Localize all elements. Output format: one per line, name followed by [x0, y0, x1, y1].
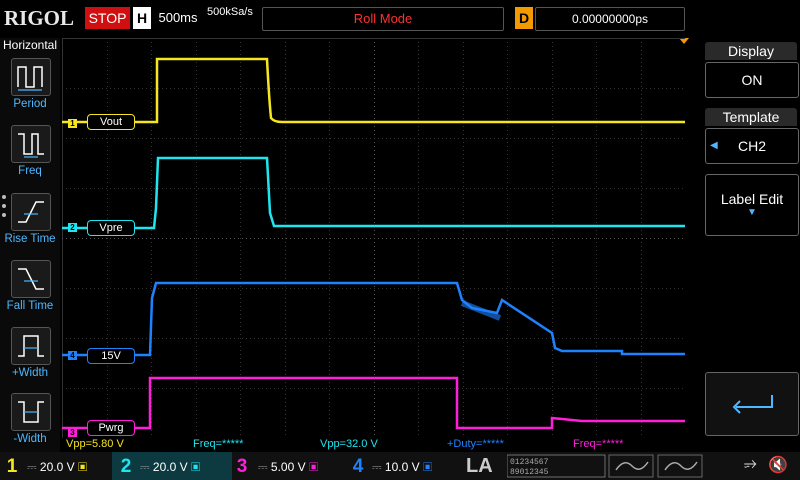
template-select[interactable]: ◀ CH2 [705, 128, 799, 164]
negative-width-label: -Width [13, 433, 47, 445]
label-edit-button[interactable]: Label Edit ▼ [705, 174, 799, 236]
label-edit-text: Label Edit [720, 191, 784, 207]
template-menu-title: Template [705, 108, 797, 126]
delay-value[interactable]: 0.00000000ps [535, 7, 685, 31]
fall-time-icon [18, 268, 44, 290]
ch3-scale-value: 5.00 V [270, 460, 306, 474]
negative-width-button[interactable] [11, 393, 51, 431]
menu-title: Horizontal [2, 38, 58, 52]
ch4-scale-value: 10.0 V [384, 460, 420, 474]
fall-time-label: Fall Time [6, 300, 54, 312]
ch1-scale-value: 20.0 V [39, 460, 75, 474]
frequency-label: Freq [18, 165, 42, 177]
ch3-number[interactable]: 3 [232, 455, 252, 479]
trace-ch4-15v [62, 281, 685, 357]
chevron-down-icon: ▼ [747, 207, 757, 218]
ch2-scale-value: 20.0 V [152, 460, 188, 474]
ch4-scale[interactable]: ⎓ 10.0 V ▣ [372, 456, 432, 478]
period-button[interactable] [11, 58, 51, 96]
trace-ch1-vout [62, 57, 685, 124]
ref-waveform-icons[interactable] [608, 454, 704, 478]
page-dots [2, 195, 8, 222]
period-icon [17, 66, 43, 91]
rise-time-icon [18, 201, 44, 223]
trace-ch3-pwrg [62, 376, 685, 430]
brand-logo: RIGOL [4, 6, 75, 30]
logic-analyzer-label[interactable]: LA [466, 455, 493, 478]
display-toggle[interactable]: ON [705, 62, 799, 98]
rise-time-button[interactable] [11, 193, 51, 231]
fall-time-button[interactable] [11, 260, 51, 298]
sample-rate: 500kSa/s [207, 6, 253, 18]
ch1-label-tag[interactable]: Vout [87, 114, 135, 130]
positive-width-icon [18, 335, 44, 357]
horizontal-menu: Horizontal Period Freq Rise Time Fall Ti… [0, 38, 60, 452]
ch1-number[interactable]: 1 [2, 455, 22, 479]
acquisition-mode: Roll Mode [262, 7, 504, 31]
measurement-freq-ch3: Freq=***** [573, 438, 624, 450]
rise-time-label: Rise Time [4, 233, 56, 245]
ch3-marker[interactable]: 3 [68, 428, 77, 437]
frequency-icon [18, 133, 44, 158]
positive-width-label: +Width [11, 367, 49, 379]
ch2-label-tag[interactable]: Vpre [87, 220, 135, 236]
speaker-muted-icon[interactable]: 🔇 [768, 455, 788, 475]
digital-channels-grid: 01234567 89012345 [507, 454, 606, 478]
measurement-freq-ch2: Freq=***** [193, 438, 244, 450]
template-value: CH2 [737, 138, 766, 154]
ch2-number[interactable]: 2 [116, 455, 136, 479]
left-arrow-icon: ◀ [710, 140, 718, 151]
horizontal-key: H [133, 7, 151, 29]
return-button[interactable] [705, 372, 799, 436]
ch3-label-tag[interactable]: Pwrg [87, 420, 135, 436]
positive-width-button[interactable] [11, 327, 51, 365]
delay-key: D [515, 7, 533, 29]
waveform-display[interactable] [62, 38, 685, 438]
measurement-vpp-ch1: Vpp=5.80 V [66, 438, 124, 450]
ch1-marker[interactable]: 1 [68, 119, 77, 128]
top-status-bar: RIGOL STOP H 500ms 500kSa/s Roll Mode D … [0, 0, 800, 38]
ch4-label-tag[interactable]: 15V [87, 348, 135, 364]
return-arrow-icon [732, 395, 773, 414]
negative-width-icon [18, 401, 44, 423]
ch2-scale[interactable]: ⎓ 20.0 V ▣ [140, 456, 200, 478]
ch4-marker[interactable]: 4 [68, 351, 77, 360]
ch1-scale[interactable]: ⎓ 20.0 V ▣ [27, 456, 87, 478]
period-label: Period [13, 98, 47, 110]
measurement-duty-ch4: +Duty=***** [447, 438, 504, 450]
trace-ch4-noise [460, 300, 502, 321]
frequency-button[interactable] [11, 125, 51, 163]
trace-ch2-vpre [62, 156, 685, 230]
run-stop-indicator[interactable]: STOP [85, 7, 130, 29]
display-menu-title: Display [705, 42, 797, 60]
measurement-vpp-ch2: Vpp=32.0 V [320, 438, 378, 450]
timebase-value[interactable]: 500ms [152, 7, 204, 29]
ch4-number[interactable]: 4 [348, 455, 368, 479]
ch2-marker[interactable]: 2 [68, 223, 77, 232]
usb-icon: ⭌ [744, 455, 757, 472]
ch3-scale[interactable]: ⎓ 5.00 V ▣ [258, 456, 318, 478]
svg-text:01234567: 01234567 [510, 458, 549, 467]
svg-text:89012345: 89012345 [510, 468, 549, 477]
